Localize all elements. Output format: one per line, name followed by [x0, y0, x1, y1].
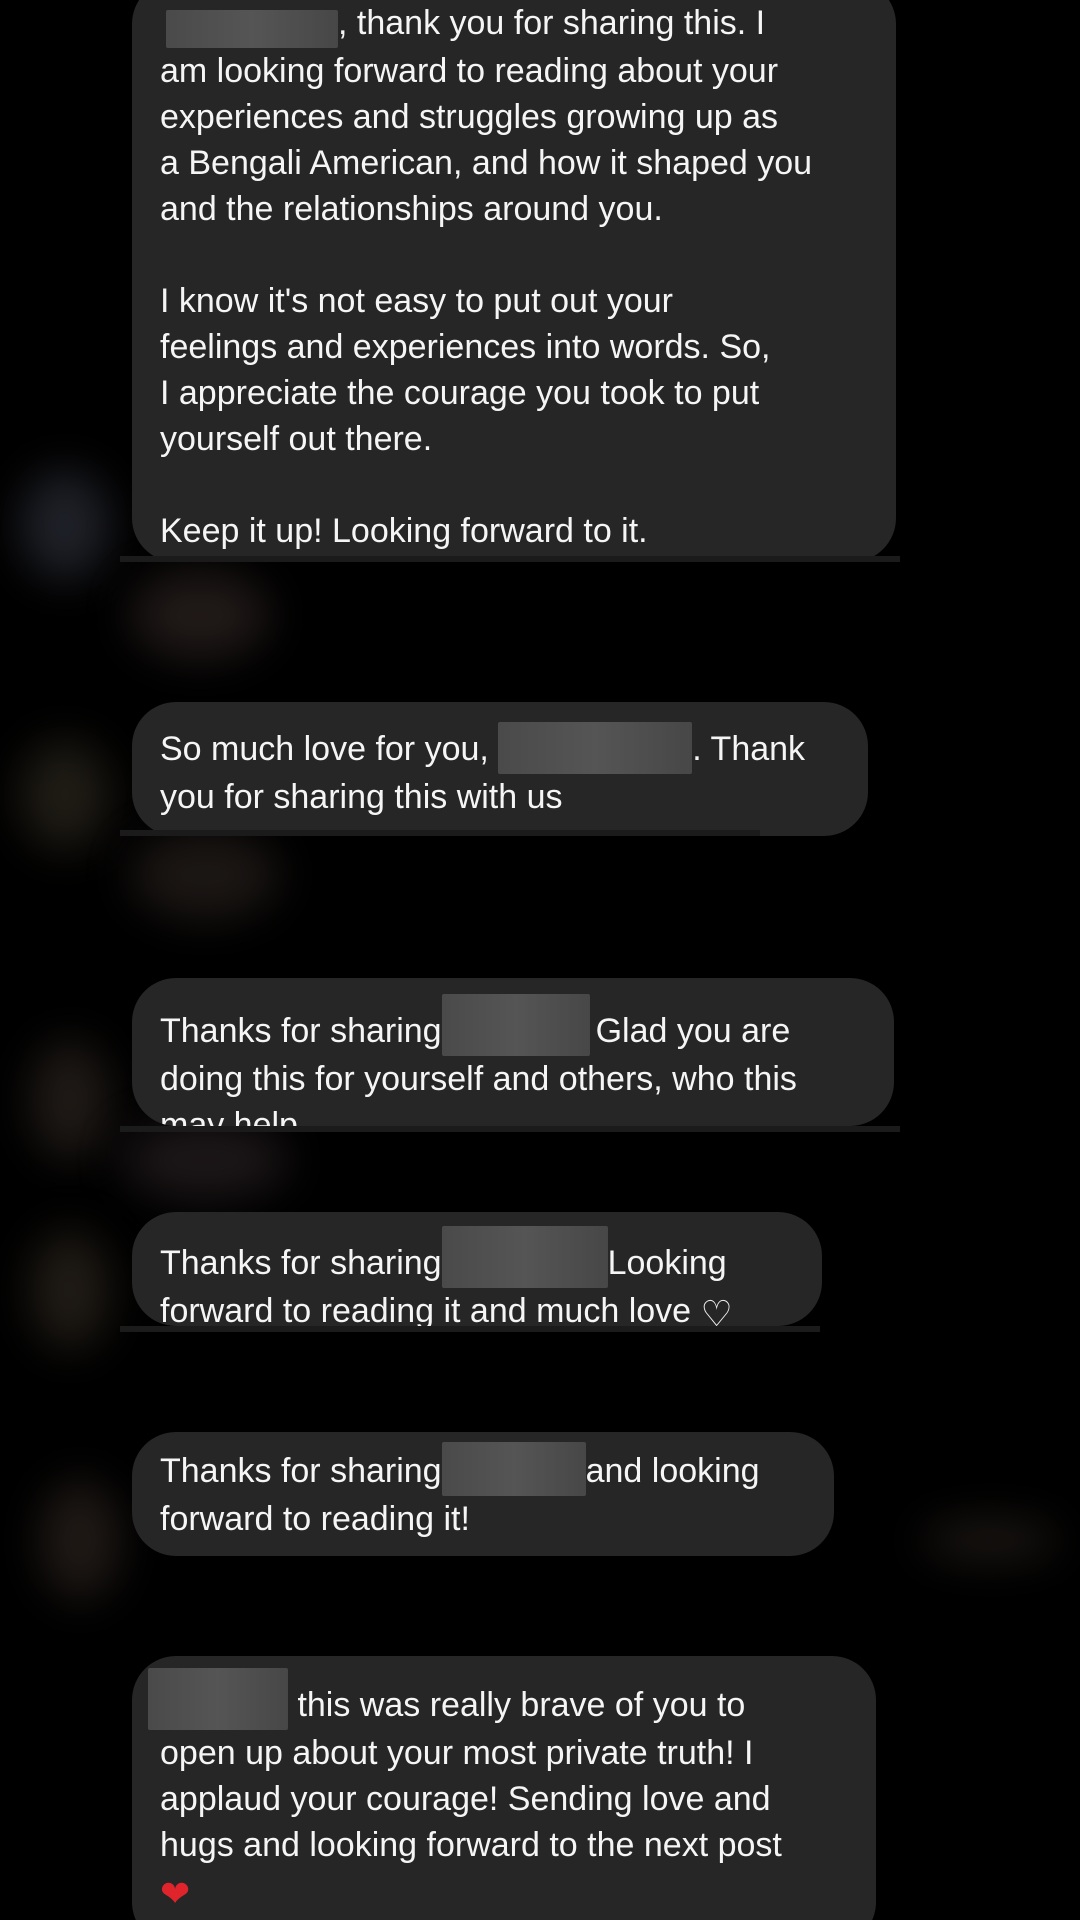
background-glow — [120, 1120, 290, 1200]
message-text: experiences and struggles growing up as — [160, 98, 779, 136]
message-text: doing this for yourself and others, who … — [160, 1060, 797, 1098]
message-text: ❤ — [148, 1868, 848, 1914]
message-text: Thanks for sharing Glad you are — [160, 994, 866, 1056]
message-text: So much love for you, . Thank — [160, 722, 840, 774]
message-text: this was really brave of you to — [148, 1668, 848, 1730]
message-text: forward to reading it and much love ♡ — [160, 1288, 794, 1326]
message-bubble[interactable]: Thanks for sharing Glad you are doing thi… — [132, 978, 894, 1126]
message-text: may help. — [160, 1106, 308, 1126]
divider — [120, 1126, 900, 1132]
redacted-name — [166, 10, 338, 48]
background-glow — [20, 740, 110, 850]
message-text: , thank you for sharing this. I — [160, 0, 868, 48]
message-text — [160, 462, 868, 508]
redacted-name — [441, 1226, 608, 1288]
redacted-name — [498, 722, 693, 774]
red-heart-icon: ❤ — [160, 1874, 191, 1915]
message-text: and the relationships around you. — [160, 190, 663, 228]
message-text: open up about your most private truth! I — [160, 1734, 754, 1772]
background-glow — [30, 1230, 110, 1350]
message-text: Thanks for sharing and looking — [160, 1442, 806, 1496]
background-glow — [130, 830, 280, 920]
background-glow — [40, 1480, 120, 1600]
message-bubble[interactable]: Thanks for sharing Looking forward to rea… — [132, 1212, 822, 1326]
message-text: I appreciate the courage you took to put — [160, 374, 760, 412]
message-text: I know it's not easy to put out your — [160, 282, 673, 320]
message-text: feelings and experiences into words. So, — [160, 328, 771, 366]
message-bubble[interactable]: So much love for you, . Thank you for sh… — [132, 702, 868, 836]
redacted-name — [148, 1668, 288, 1730]
background-glow — [20, 470, 110, 580]
message-text: yourself out there. — [160, 420, 433, 458]
message-bubble[interactable]: Thanks for sharing and looking forward to… — [132, 1432, 834, 1556]
white-heart-icon: ♡ — [700, 1294, 733, 1327]
background-glow — [30, 1040, 110, 1160]
message-text: applaud your courage! Sending love and — [160, 1780, 771, 1818]
message-text: a Bengali American, and how it shaped yo… — [160, 144, 813, 182]
message-text: Keep it up! Looking forward to it. — [160, 512, 648, 550]
message-text: am looking forward to reading about your — [160, 52, 779, 90]
divider — [120, 1326, 820, 1332]
message-text: hugs and looking forward to the next pos… — [160, 1826, 782, 1864]
message-text: Thanks for sharing Looking — [160, 1226, 794, 1288]
background-glow — [920, 1520, 1060, 1560]
message-bubble[interactable]: this was really brave of you to open up … — [132, 1656, 876, 1920]
message-bubble[interactable]: , thank you for sharing this. I am looki… — [132, 0, 896, 562]
redacted-name — [441, 1442, 586, 1496]
redacted-name — [441, 994, 590, 1056]
divider — [120, 830, 760, 836]
background-glow — [130, 570, 270, 660]
message-text: forward to reading it! — [160, 1500, 470, 1538]
message-text — [160, 232, 868, 278]
divider — [120, 556, 900, 562]
message-text: you for sharing this with us — [160, 778, 563, 816]
